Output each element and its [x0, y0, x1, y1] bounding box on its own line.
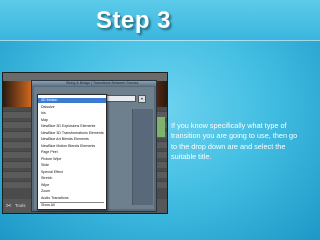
dropdown-item[interactable]: Iris	[41, 111, 46, 116]
slide-title: Step 3	[96, 7, 172, 34]
dropdown-item[interactable]: Page Peel	[41, 150, 58, 155]
chevron-down-icon[interactable]: ▾	[138, 95, 146, 103]
instruction-text: If you know specifically what type of tr…	[171, 121, 298, 161]
transition-dropdown-list[interactable]: 3D Motion Dissolve Iris Map NewBlue 3D E…	[37, 94, 107, 210]
dropdown-item[interactable]: Special Effect	[41, 170, 63, 175]
dropdown-item[interactable]: NewBlue Motion Blends Elements	[41, 144, 95, 149]
dialog-title: String & Bridge | Transitions Between Sc…	[66, 81, 139, 85]
dropdown-item[interactable]: 3D Motion	[38, 98, 106, 103]
dropdown-item[interactable]: Audio Transitions	[41, 196, 69, 201]
title-divider	[0, 40, 320, 41]
dropdown-item[interactable]: Dissolve	[41, 105, 55, 110]
dropdown-item[interactable]: NewBlue Art Blends Elements	[41, 137, 89, 142]
dropdown-item[interactable]: Picture Wipe	[41, 157, 61, 162]
dropdown-item[interactable]: Zoom	[41, 189, 50, 194]
dropdown-item[interactable]: NewBlue 3D Explosions Elements	[41, 124, 95, 129]
dropdown-item[interactable]: Slide	[41, 163, 49, 168]
dropdown-item[interactable]: NewBlue 3D Transformations Elements	[41, 131, 104, 136]
tools-icon[interactable]: ✂	[6, 202, 12, 210]
transitions-grid	[132, 109, 153, 205]
dropdown-item[interactable]: Map	[41, 118, 48, 123]
dropdown-item[interactable]: Show All	[41, 203, 55, 208]
dropdown-item[interactable]: Stretch	[41, 176, 52, 181]
tools-label[interactable]: Tools	[15, 203, 26, 208]
dropdown-item[interactable]: Wipe	[41, 183, 49, 188]
dialog-header: String & Bridge | Transitions Between Sc…	[32, 81, 156, 86]
